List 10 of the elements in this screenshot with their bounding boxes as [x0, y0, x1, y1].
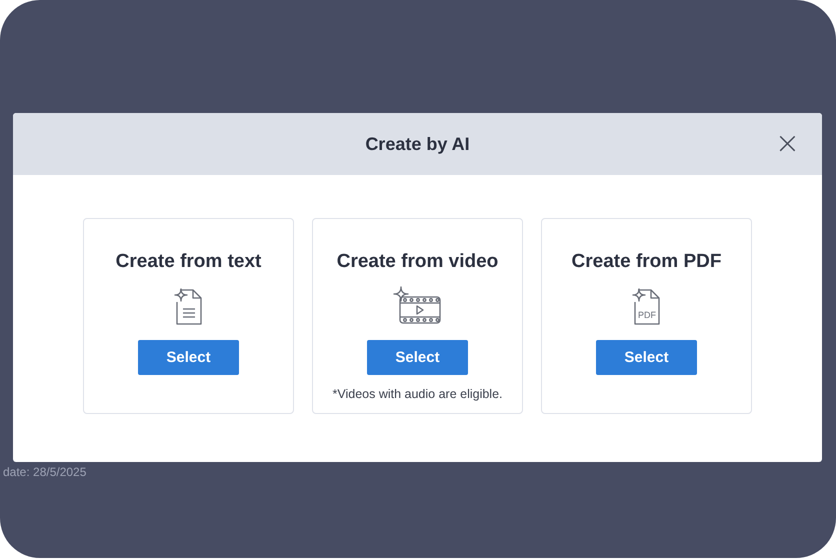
close-button[interactable]: ×	[770, 129, 804, 159]
select-button[interactable]: Select	[367, 340, 468, 375]
card-title: Create from PDF	[572, 251, 722, 273]
dialog-title: Create by AI	[365, 134, 470, 154]
update-date: date: 28/5/2025	[2, 465, 86, 479]
card-note: *Videos with audio are eligible.	[332, 387, 503, 401]
card-title: Create from video	[336, 251, 498, 273]
card-title: Create from text	[116, 251, 262, 273]
select-button[interactable]: Select	[138, 340, 239, 375]
select-button[interactable]: Select	[596, 340, 697, 375]
